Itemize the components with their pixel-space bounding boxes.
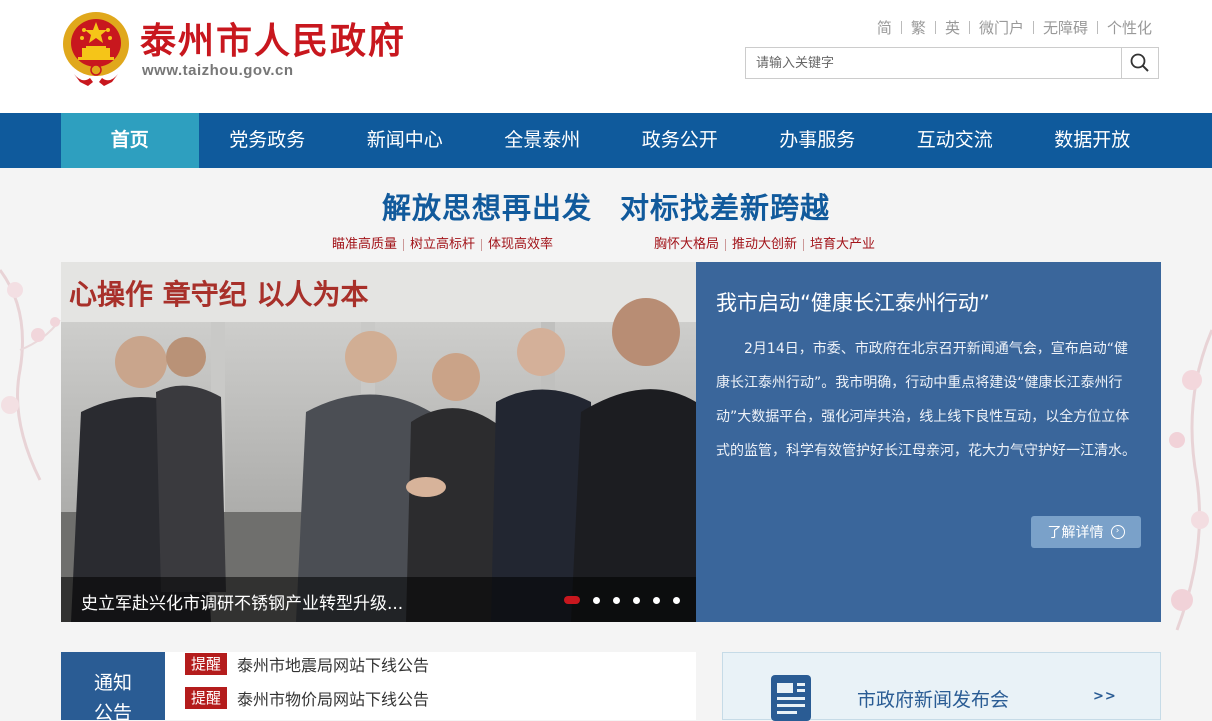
main-nav: 首页 党务政务 新闻中心 全景泰州 政务公开 办事服务 互动交流 数据开放 xyxy=(0,113,1212,168)
subslogan-right: 胸怀大格局 推动大创新 培育大产业 xyxy=(654,233,875,252)
personalize-link[interactable]: 个性化 xyxy=(1107,17,1152,38)
featured-news-body: 2月14日，市委、市政府在北京召开新闻通气会，宣布启动“健康长江泰州行动”。我市… xyxy=(716,341,1136,459)
featured-news-title[interactable]: 我市启动“健康长江泰州行动” xyxy=(716,287,990,317)
nav-item-gov-disclosure[interactable]: 政务公开 xyxy=(611,113,749,168)
site-title[interactable]: 泰州市人民政府 xyxy=(140,12,406,64)
micro-portal-link[interactable]: 微门户 xyxy=(979,17,1024,38)
newspaper-icon xyxy=(771,675,811,721)
subslogan-item: 胸怀大格局 xyxy=(654,237,720,252)
factory-visit-photo: 心操作 章守纪 以人为本 xyxy=(61,262,696,622)
carousel-dot-1[interactable] xyxy=(564,596,580,604)
slogan-right: 对标找差新跨越 xyxy=(620,191,831,225)
subslogan-item: 培育大产业 xyxy=(810,237,876,252)
national-emblem-logo[interactable] xyxy=(60,8,132,88)
utility-links: 简 繁 英 微门户 无障碍 个性化 xyxy=(877,17,1152,38)
arrow-right-circle-icon: › xyxy=(1110,525,1125,539)
divider xyxy=(968,21,970,34)
carousel-dot-6[interactable] xyxy=(673,596,680,604)
carousel-dot-5[interactable] xyxy=(653,596,660,604)
news-carousel-photo[interactable]: 心操作 章守纪 以人为本 史立军赴兴化市调研不锈钢产业转型升级... xyxy=(61,262,696,622)
notice-item[interactable]: 提醒 泰州市物价局网站下线公告 xyxy=(185,686,429,710)
nav-item-party-affairs[interactable]: 党务政务 xyxy=(199,113,337,168)
subslogan-item: 树立高标杆 xyxy=(410,237,476,252)
notice-label-line1: 通知 xyxy=(93,672,132,694)
search-input[interactable] xyxy=(746,48,1121,78)
nav-item-services[interactable]: 办事服务 xyxy=(749,113,887,168)
accessibility-link[interactable]: 无障碍 xyxy=(1043,17,1088,38)
notice-title[interactable]: 泰州市物价局网站下线公告 xyxy=(237,686,429,710)
divider xyxy=(934,21,936,34)
plum-blossom-decoration xyxy=(1169,329,1212,631)
nav-item-home[interactable]: 首页 xyxy=(61,113,199,168)
subslogan-left: 瞄准高质量 树立高标杆 体现高效率 xyxy=(332,233,553,252)
read-more-label: 了解详情 xyxy=(1047,525,1104,541)
search-box xyxy=(745,47,1159,79)
traditional-chinese-link[interactable]: 繁 xyxy=(911,17,926,38)
carousel-pagination xyxy=(564,596,680,604)
notice-section-label: 通知 公告 xyxy=(61,652,165,720)
nav-item-open-data[interactable]: 数据开放 xyxy=(1024,113,1162,168)
divider xyxy=(900,21,902,34)
photo-wall-text: 心操作 章守纪 以人为本 xyxy=(69,278,369,311)
nav-item-panorama[interactable]: 全景泰州 xyxy=(474,113,612,168)
divider xyxy=(1096,21,1098,34)
notice-tag: 提醒 xyxy=(185,687,228,709)
search-button[interactable] xyxy=(1121,48,1158,78)
featured-news-panel: 我市启动“健康长江泰州行动” 2月14日，市委、市政府在北京召开新闻通气会，宣布… xyxy=(696,262,1161,622)
press-more-arrows: >> xyxy=(1093,689,1117,704)
english-link[interactable]: 英 xyxy=(945,17,960,38)
search-icon xyxy=(1130,53,1149,72)
notice-item[interactable]: 提醒 泰州市地震局网站下线公告 xyxy=(185,652,429,676)
carousel-caption-bar: 史立军赴兴化市调研不锈钢产业转型升级... xyxy=(61,577,696,622)
nav-item-interaction[interactable]: 互动交流 xyxy=(886,113,1024,168)
header: 泰州市人民政府 www.taizhou.gov.cn 简 繁 英 微门户 无障碍… xyxy=(0,0,1212,113)
site-domain: www.taizhou.gov.cn xyxy=(142,62,294,79)
notice-tag: 提醒 xyxy=(185,653,228,675)
notice-label-line2: 公告 xyxy=(93,702,132,720)
carousel-dot-2[interactable] xyxy=(593,596,600,604)
slogan-left: 解放思想再出发 xyxy=(381,191,592,225)
subslogan-item: 推动大创新 xyxy=(732,237,798,252)
subslogan-item: 瞄准高质量 xyxy=(332,237,398,252)
carousel-dot-4[interactable] xyxy=(633,596,640,604)
plum-blossom-decoration xyxy=(0,269,61,481)
notice-title[interactable]: 泰州市地震局网站下线公告 xyxy=(237,652,429,676)
press-conference-link[interactable]: 市政府新闻发布会 >> xyxy=(722,652,1161,721)
slogan-banner: 解放思想再出发 对标找差新跨越 xyxy=(0,185,1212,227)
subslogan-item: 体现高效率 xyxy=(488,237,554,252)
nav-item-news-center[interactable]: 新闻中心 xyxy=(336,113,474,168)
notice-list: 提醒 泰州市地震局网站下线公告 提醒 泰州市物价局网站下线公告 xyxy=(165,652,696,720)
divider xyxy=(1032,21,1034,34)
read-more-button[interactable]: 了解详情 › xyxy=(1031,516,1141,548)
press-conference-title: 市政府新闻发布会 xyxy=(857,689,1010,711)
simplified-chinese-link[interactable]: 简 xyxy=(877,17,892,38)
carousel-dot-3[interactable] xyxy=(613,596,620,604)
carousel-caption[interactable]: 史立军赴兴化市调研不锈钢产业转型升级... xyxy=(81,589,403,614)
